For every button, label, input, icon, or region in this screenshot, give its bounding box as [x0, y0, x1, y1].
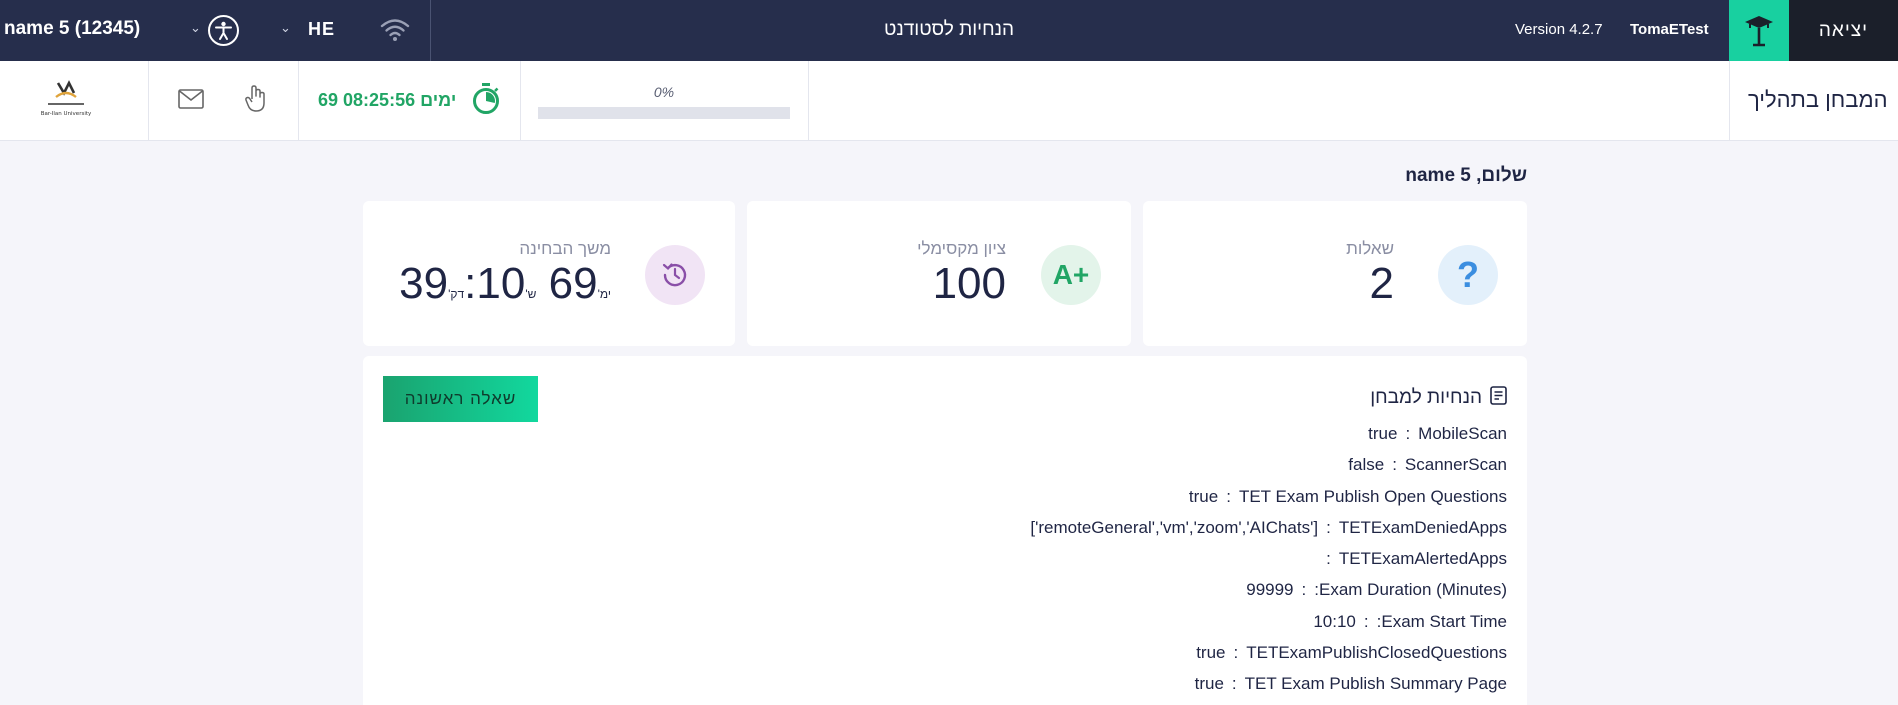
instruction-key: TET Exam Publish Open Questions — [1238, 486, 1507, 506]
instructions-header: הנחיות למבחן — [1370, 386, 1507, 410]
instruction-row: TETExamDeniedApps: ['remoteGeneral','vm',… — [1030, 512, 1507, 543]
divider — [148, 61, 149, 141]
progress-label: 0% — [653, 84, 675, 100]
instruction-separator: : — [1301, 580, 1307, 600]
instruction-key: MobileScan — [1418, 424, 1507, 443]
instruction-key: TETExamPublishClosedQuestions — [1246, 643, 1507, 663]
instruction-row: TET Exam Publish Open Questions: true — [1030, 481, 1507, 512]
instruction-value: 10:10 — [1313, 611, 1356, 631]
instruction-separator: : — [1231, 674, 1237, 694]
exit-button[interactable]: יציאה — [1789, 0, 1898, 61]
page-title: הנחיות לסטודנט — [883, 19, 1015, 40]
instruction-value: false — [1348, 455, 1385, 475]
exam-status: המבחן בתהליך — [1748, 87, 1888, 112]
instructions-panel: הנחיות למבחן MobileScan:true ScannerScan:… — [363, 356, 1527, 705]
instruction-key: ScannerScan — [1404, 455, 1507, 475]
duration-value: ימ'69 ש'10:דק'39 — [399, 259, 611, 309]
instruction-value: true — [1196, 643, 1226, 663]
instruction-separator: : — [1363, 611, 1369, 631]
instruction-separator: : — [1226, 486, 1231, 506]
days-unit: ימ' — [597, 287, 611, 301]
instruction-row: TET Exam Publish Summary Page: true — [1030, 668, 1507, 699]
instruction-row: MobileScan: true — [1030, 418, 1507, 449]
divider — [520, 61, 521, 141]
instructions-title: הנחיות למבחן — [1370, 387, 1482, 408]
progress-bar — [538, 107, 790, 119]
document-icon — [1490, 386, 1507, 410]
instruction-value: true — [1188, 486, 1219, 506]
duration-card: משך הבחינה ימ'69 ש'10:דק'39 — [363, 201, 735, 346]
instruction-value: ['remoteGeneral','vm','zoom','AIChats'] — [1030, 517, 1319, 537]
grade-icon: A+ — [1041, 245, 1101, 305]
max-grade-card: A+ ציון מקסימלי 100 — [747, 201, 1131, 346]
instruction-row: TETExamPublishClosedQuestions: true — [1030, 637, 1507, 668]
instruction-separator: : — [1326, 549, 1331, 569]
instructions-list: MobileScan:true ScannerScan:false TET Exam… — [1030, 418, 1507, 700]
first-question-button[interactable]: שאלה ראשונה — [383, 376, 538, 422]
instruction-separator: : — [1233, 643, 1239, 663]
instruction-row: Exam Start Time::10:10 — [1030, 606, 1507, 637]
divider — [808, 61, 809, 141]
instruction-row: ScannerScan: false — [1030, 449, 1507, 480]
days-value: 69 — [548, 259, 598, 308]
hours-unit: ש' — [525, 287, 537, 301]
instruction-separator: : — [1326, 517, 1331, 537]
instruction-key: TETExamAlertedApps — [1338, 549, 1507, 569]
instruction-key: Exam Start Time: — [1376, 611, 1507, 631]
instruction-separator: : — [1405, 424, 1411, 443]
history-icon — [645, 245, 705, 305]
svg-text:Bar-Ilan University: Bar-Ilan University — [41, 111, 92, 117]
exam-timer: 69 ימים 08:25:56 — [318, 90, 457, 110]
instruction-value: 99999 — [1246, 580, 1294, 600]
minutes-unit: דק' — [448, 287, 465, 301]
instruction-key: TET Exam Publish Summary Page — [1244, 674, 1507, 694]
max-grade-label: ציון מקסימלי — [917, 239, 1006, 258]
instruction-value: true — [1368, 424, 1398, 443]
questions-card: ? שאלות 2 — [1143, 201, 1527, 346]
instruction-row: TETExamAlertedApps: — [1030, 543, 1507, 574]
questions-label: שאלות — [1346, 239, 1394, 258]
greeting: שלום, name 5 — [1405, 165, 1527, 186]
version-label: Version 4.2.7 — [1515, 21, 1603, 38]
divider — [1729, 61, 1730, 141]
instruction-separator: : — [1392, 455, 1397, 475]
questions-value: 2 — [1369, 259, 1394, 308]
instruction-key: Exam Duration (Minutes): — [1314, 580, 1507, 600]
university-logo: Bar-Ilan University — [36, 77, 96, 125]
mail-icon[interactable] — [178, 89, 204, 114]
top-bar: name 5 (12345) ⌄ ⌄ HE הנחיות לסטודנט Ver… — [0, 0, 1898, 61]
graduation-cap-icon — [1729, 0, 1789, 61]
divider — [298, 61, 299, 141]
duration-label: משך הבחינה — [519, 239, 611, 258]
instruction-row: Exam Duration (Minutes)::99999 — [1030, 574, 1507, 605]
instruction-value: true — [1194, 674, 1224, 694]
exam-status-bar: Bar-Ilan University 69 ימים 08:25:56 0% … — [0, 61, 1898, 141]
stopwatch-icon — [472, 83, 500, 120]
instruction-key: TETExamDeniedApps — [1338, 517, 1507, 537]
question-icon: ? — [1438, 245, 1498, 305]
tenant-name: TomaETest — [1630, 21, 1709, 38]
max-grade-value: 100 — [932, 259, 1006, 308]
raise-hand-icon[interactable] — [244, 85, 268, 118]
minutes-value: 39 — [399, 259, 449, 308]
hours-value: 10: — [464, 259, 526, 308]
